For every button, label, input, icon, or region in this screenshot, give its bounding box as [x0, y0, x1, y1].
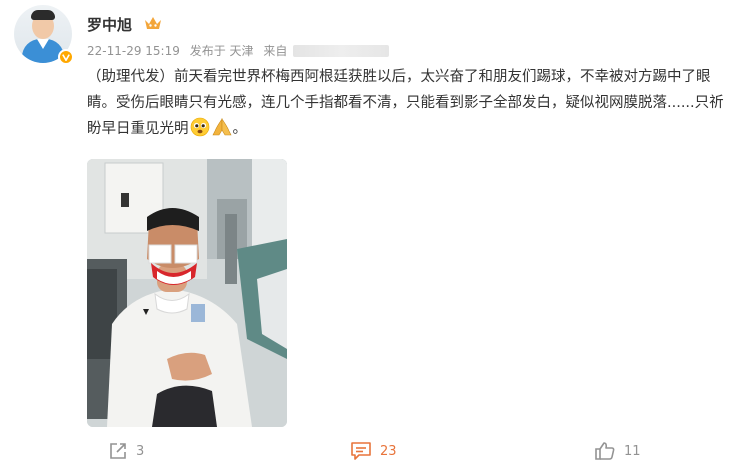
photo-content: [87, 159, 287, 427]
avatar[interactable]: [14, 5, 74, 65]
share-button[interactable]: 3: [108, 441, 144, 461]
post-time[interactable]: 22-11-29 15:19: [87, 44, 180, 58]
post-photo[interactable]: [87, 159, 287, 427]
post-meta: 22-11-29 15:19 发布于 天津 来自: [87, 42, 395, 59]
like-count: 11: [624, 443, 641, 459]
action-bar: 3 23 11: [0, 437, 755, 467]
post-location: 发布于 天津: [189, 44, 254, 58]
username[interactable]: 罗中旭: [87, 14, 132, 35]
post-end-punct: 。: [232, 121, 248, 137]
verified-icon: [58, 49, 74, 65]
comment-icon: [351, 442, 371, 460]
post-body: （助理代发）前天看完世界杯梅西阿根廷获胜以后，太兴奋了和朋友们踢球，不幸被对方踢…: [87, 69, 724, 137]
post-source-label: 来自: [263, 44, 288, 58]
like-icon: [595, 442, 615, 460]
share-count: 3: [136, 443, 145, 459]
vip-crown-icon[interactable]: [143, 14, 163, 32]
pleading-face-emoji: [190, 117, 209, 137]
comment-button[interactable]: 23: [350, 441, 397, 461]
praying-hands-emoji: [212, 118, 231, 136]
like-button[interactable]: 11: [594, 441, 641, 461]
blurred-source: [293, 45, 390, 57]
comment-count: 23: [380, 443, 397, 459]
share-icon: [110, 443, 126, 459]
post-text: （助理代发）前天看完世界杯梅西阿根廷获胜以后，太兴奋了和朋友们踢球，不幸被对方踢…: [87, 64, 737, 142]
